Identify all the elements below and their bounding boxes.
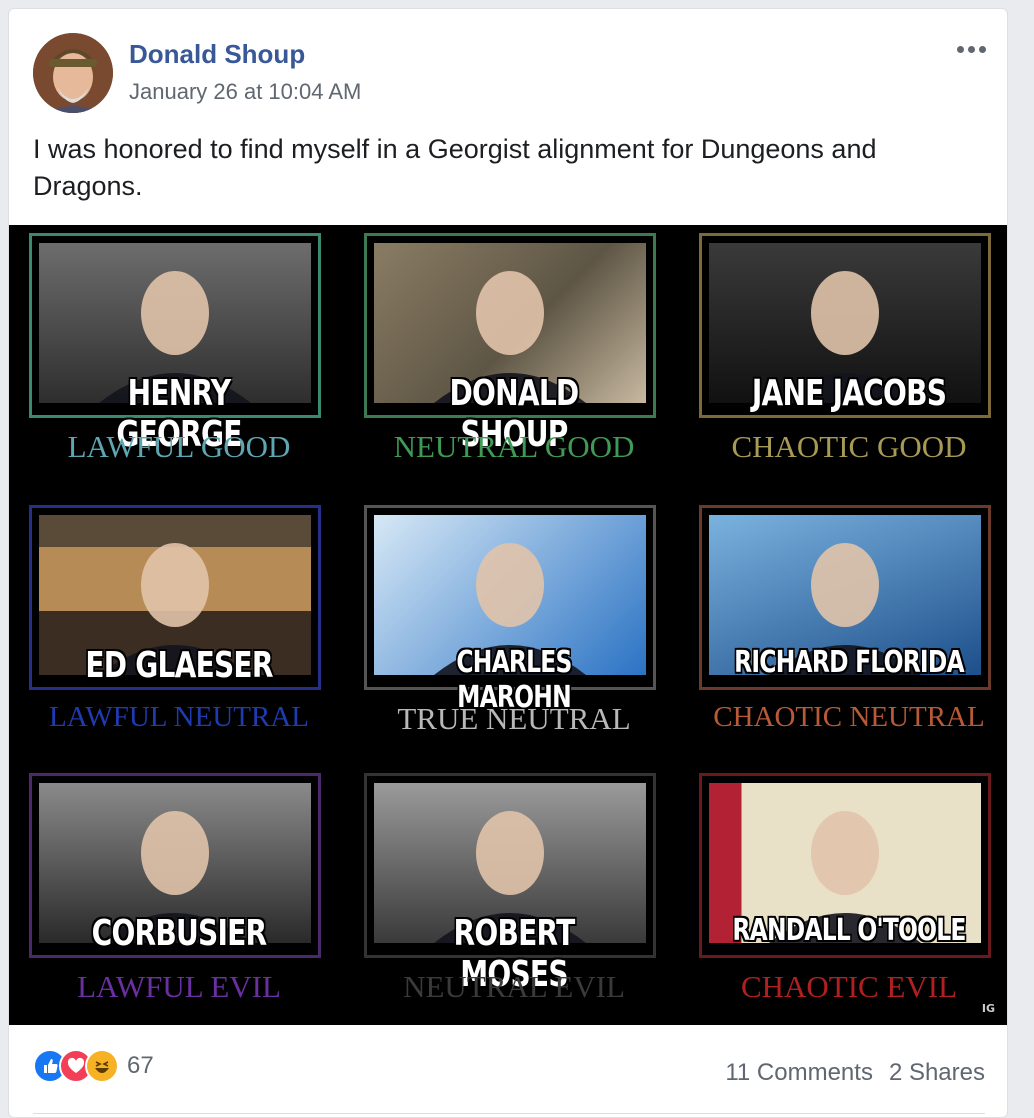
alignment-label: NEUTRAL EVIL: [403, 969, 625, 1004]
haha-icon: [85, 1049, 119, 1083]
comments-link[interactable]: 11 Comments: [725, 1059, 873, 1087]
post-timestamp[interactable]: January 26 at 10:04 AM: [129, 79, 361, 105]
alignment-cell: HENRY GEORGE LAWFUL GOOD: [29, 233, 329, 493]
more-options-icon[interactable]: [951, 39, 991, 59]
post-card: Donald Shoup January 26 at 10:04 AM I wa…: [8, 8, 1008, 1118]
image-watermark: IG: [981, 1002, 995, 1015]
reaction-count: 67: [127, 1052, 154, 1079]
author-name[interactable]: Donald Shoup: [129, 39, 305, 70]
alignment-cell: ROBERT MOSES NEUTRAL EVIL: [364, 773, 664, 1025]
character-name: CORBUSIER: [91, 913, 268, 954]
author-avatar[interactable]: [33, 33, 113, 113]
alignment-cell: DONALD SHOUP NEUTRAL GOOD: [364, 233, 664, 493]
character-name: RICHARD FLORIDA: [734, 645, 964, 680]
shares-link[interactable]: 2 Shares: [889, 1059, 985, 1087]
engagement-stats: 11 Comments 2 Shares: [725, 1059, 985, 1087]
post-footer: 67 11 Comments 2 Shares: [9, 1025, 1007, 1117]
character-name: RANDALL O'TOOLE: [732, 913, 966, 948]
alignment-label: CHAOTIC NEUTRAL: [713, 701, 985, 733]
reaction-summary[interactable]: 67: [33, 1049, 154, 1083]
alignment-cell: CORBUSIER LAWFUL EVIL: [29, 773, 329, 1025]
footer-divider: [33, 1113, 985, 1114]
alignment-label: NEUTRAL GOOD: [393, 429, 635, 464]
alignment-label: TRUE NEUTRAL: [397, 701, 631, 736]
alignment-label: CHAOTIC EVIL: [740, 969, 958, 1004]
alignment-label: LAWFUL GOOD: [67, 429, 291, 464]
alignment-cell: RANDALL O'TOOLE CHAOTIC EVIL: [699, 773, 999, 1025]
alignment-label: CHAOTIC GOOD: [731, 429, 967, 464]
alignment-label: LAWFUL NEUTRAL: [49, 701, 309, 733]
character-name: ED GLAESER: [85, 645, 273, 686]
alignment-label: LAWFUL EVIL: [77, 969, 281, 1004]
alignment-cell: JANE JACOBS CHAOTIC GOOD: [699, 233, 999, 493]
alignment-cell: RICHARD FLORIDA CHAOTIC NEUTRAL: [699, 505, 999, 765]
post-text: I was honored to find myself in a Georgi…: [33, 134, 877, 201]
alignment-cell: CHARLES MAROHN TRUE NEUTRAL: [364, 505, 664, 765]
character-name: JANE JACOBS: [751, 373, 947, 414]
alignment-cell: ED GLAESER LAWFUL NEUTRAL: [29, 505, 329, 765]
alignment-chart-image[interactable]: HENRY GEORGE LAWFUL GOOD DONALD SHOUP NEUTR…: [9, 225, 1007, 1025]
